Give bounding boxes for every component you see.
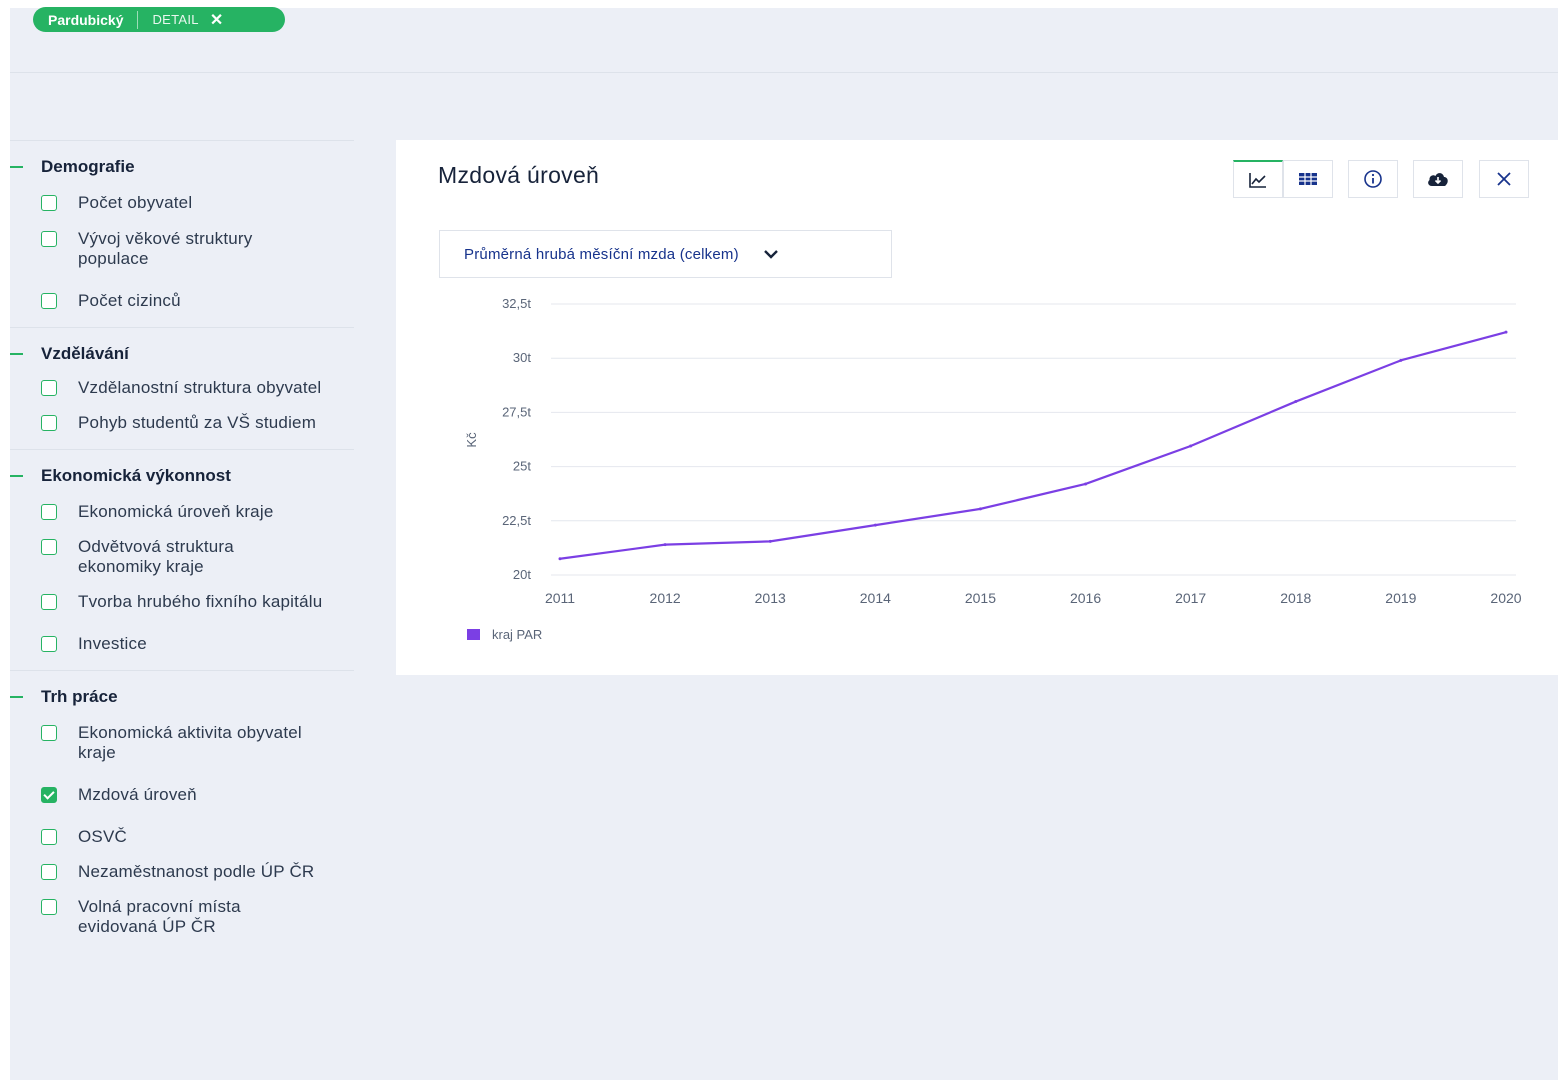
x-tick-label: 2012 [650,590,681,606]
x-tick-label: 2015 [965,590,996,606]
sidebar-item-investice[interactable]: Investice [10,634,354,654]
x-tick-label: 2017 [1175,590,1206,606]
checkbox[interactable] [41,829,57,845]
section-title: Ekonomická výkonnost [41,466,231,485]
checkbox[interactable] [41,415,57,431]
section-header-demografie[interactable]: Demografie [10,141,354,193]
y-tick-label: 30t [513,350,531,365]
sidebar-item-ekonomicka-uroven[interactable]: Ekonomická úroveň kraje [10,502,354,522]
legend-label: kraj PAR [492,627,542,642]
checkbox[interactable] [41,594,57,610]
chip-close-icon[interactable]: ✕ [210,10,223,30]
chart-panel: Mzdová úroveň Průměrná hrubá měsíční mzd… [396,140,1558,675]
data-point [873,523,877,527]
data-point [1294,400,1298,404]
section-header-ekonomicka-vykonnost[interactable]: Ekonomická výkonnost [10,450,354,502]
data-point [768,539,772,543]
data-point [558,557,562,561]
sidebar-item-label: Ekonomická úroveň kraje [78,502,274,521]
collapse-dash-icon [10,475,23,477]
y-tick-label: 27,5t [502,404,531,419]
chip-detail-button[interactable]: DETAIL [152,12,198,27]
chip-region-label: Pardubický [48,11,124,28]
y-tick-label: 25t [513,459,531,474]
collapse-dash-icon [10,166,23,168]
section-header-trh-prace[interactable]: Trh práce [10,671,354,723]
x-tick-label: 2013 [755,590,786,606]
data-point [1189,444,1193,448]
chip-divider [137,10,139,29]
region-filter-chip: Pardubický DETAIL ✕ [33,7,285,32]
sidebar-item-mzdova-uroven[interactable]: Mzdová úroveň [10,785,354,805]
checkbox[interactable] [41,636,57,652]
sidebar-item-volna-mista[interactable]: Volná pracovní místa evidovaná ÚP ČR [10,897,354,937]
collapse-dash-icon [10,696,23,698]
x-tick-label: 2016 [1070,590,1101,606]
y-tick-label: 22,5t [502,513,531,528]
y-tick-label: 32,5t [502,296,531,311]
sidebar-item-label: OSVČ [78,827,127,846]
y-axis-label: Kč [464,432,479,448]
sidebar-item-vzdelanostni-struktura[interactable]: Vzdělanostní struktura obyvatel [10,378,354,398]
section-title: Trh práce [41,687,118,706]
sidebar-item-odvetvova-struktura[interactable]: Odvětvová struktura ekonomiky kraje [10,537,354,577]
data-point [1399,358,1403,362]
left-strip [0,0,10,1080]
sidebar-item-ekonomicka-aktivita[interactable]: Ekonomická aktivita obyvatel kraje [10,723,354,763]
checkbox-checked[interactable] [41,787,57,803]
sidebar-item-label: Odvětvová struktura ekonomiky kraje [78,537,234,576]
line-chart: 20t 22,5t 25t 27,5t 30t 32,5t 2011 2012 2013 2014… [464,296,1522,642]
legend-swatch [467,629,480,640]
section-header-vzdelavani[interactable]: Vzdělávání [10,328,354,380]
series-line [559,331,1507,560]
sidebar-item-pohyb-studentu[interactable]: Pohyb studentů za VŠ studiem [10,413,354,433]
sidebar-item-label: Vzdělanostní struktura obyvatel [78,378,322,397]
data-point [1504,330,1508,334]
sidebar-item-label: Tvorba hrubého fixního kapitálu [78,592,323,611]
sidebar-item-label: Pohyb studentů za VŠ studiem [78,413,317,432]
x-tick-label: 2019 [1385,590,1416,606]
data-point [663,543,667,547]
x-tick-label: 2018 [1280,590,1311,606]
sidebar-item-pocet-cizincu[interactable]: Počet cizinců [10,291,354,311]
sidebar-item-label: Volná pracovní místa evidovaná ÚP ČR [78,897,241,936]
data-point [978,507,982,511]
sidebar-item-nezamestnanost[interactable]: Nezaměstnanost podle ÚP ČR [10,862,354,882]
x-tick-label: 2014 [860,590,891,606]
x-tick-label: 2020 [1490,590,1521,606]
sidebar-item-pocet-obyvatel[interactable]: Počet obyvatel [10,193,354,213]
checkbox[interactable] [41,380,57,396]
checkbox[interactable] [41,539,57,555]
sidebar-item-label: Vývoj věkové struktury populace [78,229,253,268]
section-title: Demografie [41,157,135,176]
sidebar-item-label: Ekonomická aktivita obyvatel kraje [78,723,302,762]
sidebar-item-label: Nezaměstnanost podle ÚP ČR [78,862,315,881]
checkbox[interactable] [41,899,57,915]
sidebar-item-vyvoj-vekove-struktury[interactable]: Vývoj věkové struktury populace [10,229,341,269]
y-tick-label: 20t [513,567,531,582]
section-title: Vzdělávání [41,344,129,363]
sidebar-item-label: Investice [78,634,147,653]
checkbox[interactable] [41,504,57,520]
sidebar-item-label: Mzdová úroveň [78,785,197,804]
checkbox[interactable] [41,231,57,247]
sidebar: Demografie Počet obyvatel Vývoj věkové s… [10,140,354,937]
sidebar-item-label: Počet cizinců [78,291,181,310]
header-divider [10,72,1558,73]
checkbox[interactable] [41,195,57,211]
x-tick-label: 2011 [545,590,575,606]
checkbox[interactable] [41,725,57,741]
checkbox[interactable] [41,864,57,880]
collapse-dash-icon [10,353,23,355]
sidebar-item-tvorba-hrubeho[interactable]: Tvorba hrubého fixního kapitálu [10,592,354,612]
data-point [1084,482,1088,486]
sidebar-item-label: Počet obyvatel [78,193,193,212]
checkbox[interactable] [41,293,57,309]
sidebar-item-osvc[interactable]: OSVČ [10,827,354,847]
